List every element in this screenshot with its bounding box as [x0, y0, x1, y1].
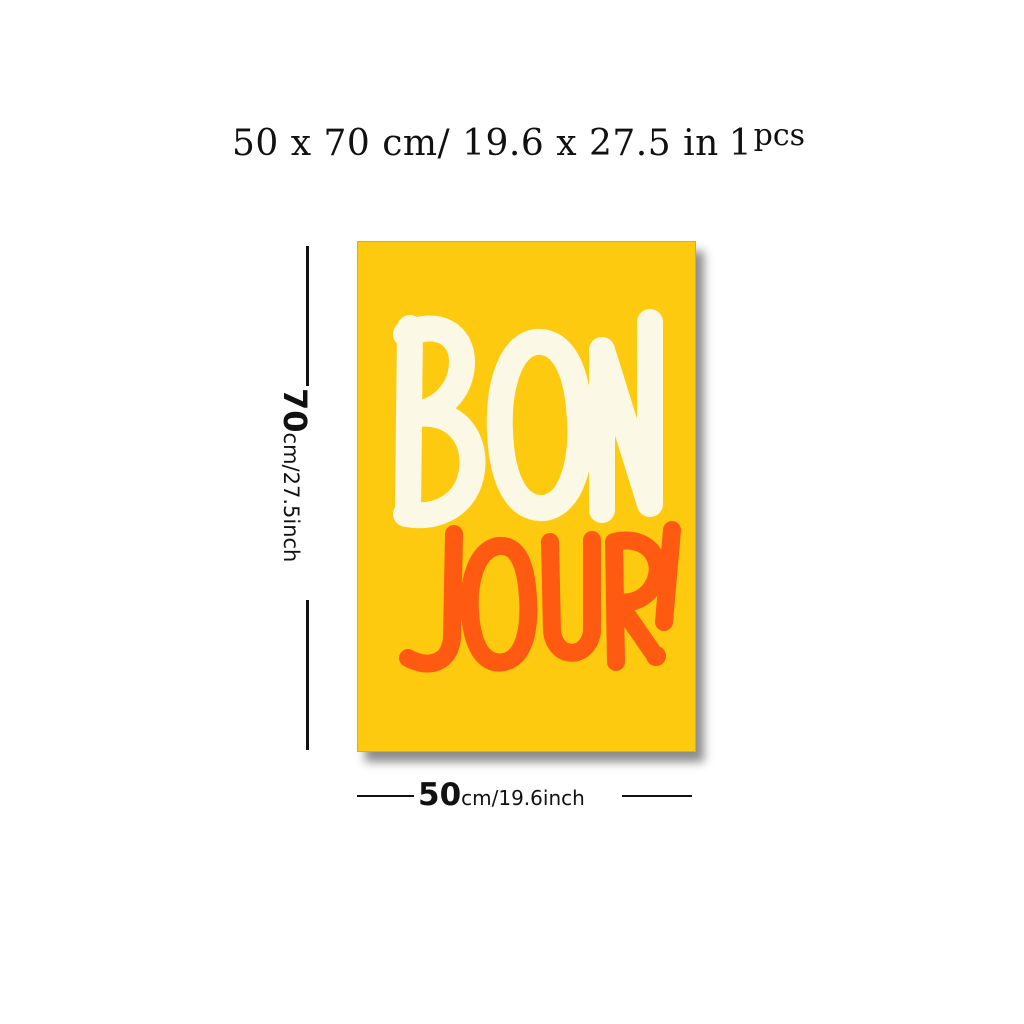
height-dimension-line-bottom: [306, 600, 309, 750]
product-image: 50 x 70 cm/ 19.6 x 27.5 in 1pcs 70cm/27.5…: [0, 0, 1024, 1024]
width-unit: cm/19.6inch: [461, 786, 585, 810]
jour-exclamation-dot: [646, 646, 666, 666]
size-text: 50 x 70 cm/ 19.6 x 27.5 in: [232, 123, 719, 164]
height-dimension-label: 70cm/27.5inch: [276, 388, 314, 563]
poster-canvas: BON JOUR!: [357, 241, 696, 752]
quantity-value: 1: [728, 123, 752, 164]
size-header: 50 x 70 cm/ 19.6 x 27.5 in 1pcs: [232, 121, 805, 164]
height-dimension-line-top: [306, 246, 309, 386]
bon-lettering: [393, 309, 663, 529]
jour-lettering: [399, 521, 681, 673]
height-unit: cm/27.5inch: [279, 432, 303, 563]
width-dimension-label: 50cm/19.6inch: [418, 780, 585, 811]
width-dimension-line-left: [357, 795, 414, 797]
height-value: 70: [276, 388, 314, 433]
poster-lettering: [393, 309, 681, 673]
quantity-unit: pcs: [753, 118, 806, 153]
width-value: 50: [418, 777, 462, 813]
width-dimension-line-right: [622, 795, 692, 797]
